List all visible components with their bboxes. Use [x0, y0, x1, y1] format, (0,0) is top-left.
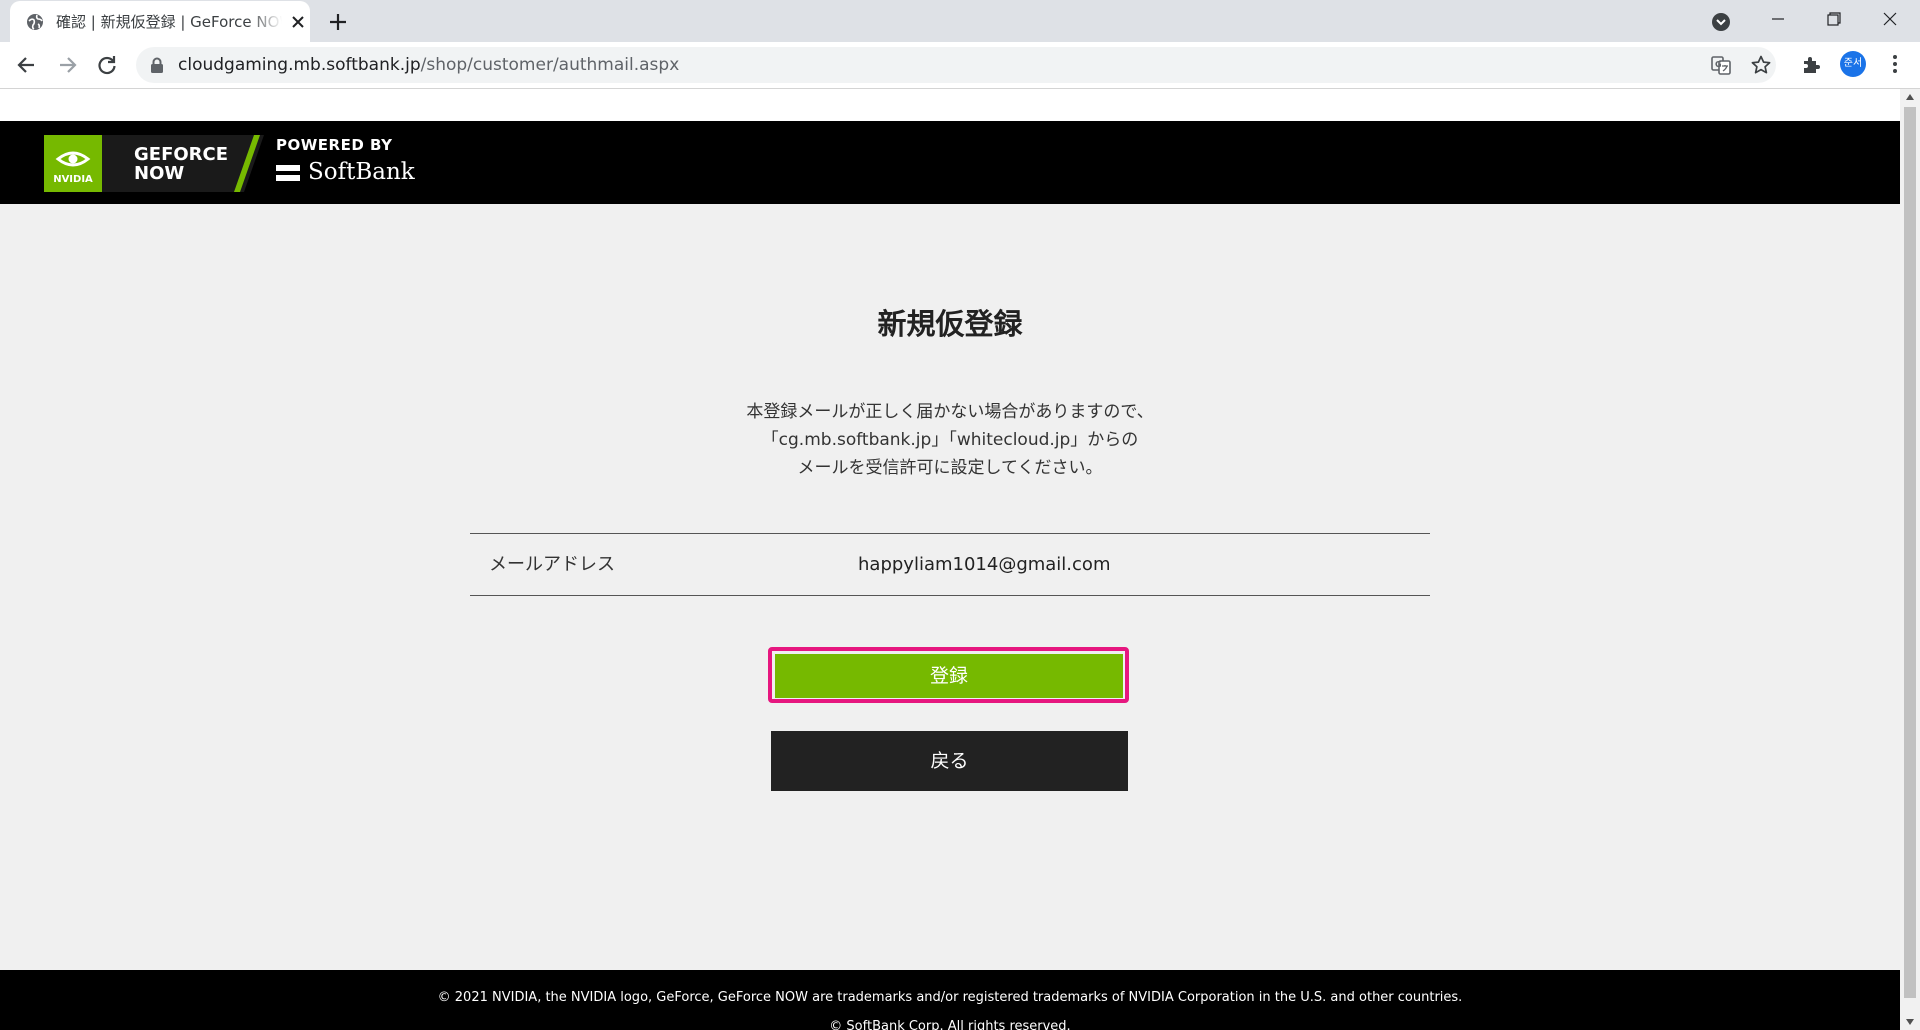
translate-icon[interactable]: G — [1710, 54, 1732, 76]
minimize-icon[interactable] — [1750, 0, 1806, 40]
back-arrow-icon[interactable] — [14, 52, 40, 78]
window-close-icon[interactable] — [1862, 0, 1918, 40]
softbank-logo: SoftBank — [276, 157, 415, 187]
softbank-bars-icon — [276, 165, 300, 181]
email-info-row: メールアドレス happyliam1014@gmail.com — [470, 533, 1430, 596]
softbank-wordmark: SoftBank — [308, 159, 415, 185]
tab-title: 確認 | 新規仮登録 | GeForce NOW — [56, 13, 282, 31]
copyright-notice: © SoftBank Corp. All rights reserved. — [829, 1019, 1071, 1030]
scroll-up-arrow-icon[interactable] — [1905, 93, 1915, 101]
powered-by-softbank: POWERED BY SoftBank — [276, 135, 415, 187]
geforce-wordmark: GEFORCE — [134, 144, 228, 165]
powered-by-text: POWERED BY — [276, 136, 393, 154]
star-icon[interactable] — [1750, 54, 1772, 76]
email-value: happyliam1014@gmail.com — [858, 554, 1111, 575]
browser-toolbar: cloudgaming.mb.softbank.jp/shop/customer… — [0, 42, 1920, 89]
register-button[interactable]: 登録 — [775, 654, 1123, 698]
notice-line: メールを受信許可に設定してください。 — [797, 458, 1103, 478]
reload-icon[interactable] — [94, 52, 120, 78]
vertical-scrollbar[interactable] — [1900, 89, 1920, 1030]
svg-text:G: G — [1715, 60, 1722, 69]
maximize-icon[interactable] — [1806, 0, 1862, 40]
plus-icon[interactable] — [326, 10, 350, 34]
forward-arrow-icon[interactable] — [54, 52, 80, 78]
scrollbar-thumb[interactable] — [1904, 107, 1916, 998]
notice-text: 本登録メールが正しく届かない場合がありますので、 「cg.mb.softbank… — [0, 398, 1900, 482]
avatar[interactable]: 준서 — [1840, 51, 1866, 77]
tab-strip: 確認 | 新規仮登録 | GeForce NOW — [0, 0, 1920, 42]
site-header: NVIDIA GEFORCE NOW POWERED BY SoftBank — [0, 121, 1900, 204]
close-icon[interactable] — [290, 14, 306, 30]
page-top-spacer — [0, 89, 1900, 121]
browser-tab[interactable]: 確認 | 新規仮登録 | GeForce NOW — [10, 1, 310, 42]
nvidia-wordmark: NVIDIA — [53, 174, 93, 185]
extensions-icon[interactable] — [1800, 53, 1822, 75]
notice-line: 本登録メールが正しく届かない場合がありますので、 — [746, 402, 1154, 422]
page-viewport: NVIDIA GEFORCE NOW POWERED BY SoftBank 新… — [0, 89, 1900, 1030]
globe-icon — [27, 14, 43, 30]
url-path: /shop/customer/authmail.aspx — [420, 55, 680, 75]
back-button[interactable]: 戻る — [771, 731, 1128, 791]
trademark-notice: © 2021 NVIDIA, the NVIDIA logo, GeForce,… — [437, 990, 1463, 1005]
scroll-down-arrow-icon[interactable] — [1905, 1018, 1915, 1026]
email-label: メールアドレス — [489, 554, 615, 575]
geforce-now-logo[interactable]: NVIDIA GEFORCE NOW — [44, 135, 264, 192]
url-host: cloudgaming.mb.softbank.jp — [178, 55, 421, 75]
notice-line: 「cg.mb.softbank.jp」「whitecloud.jp」からの — [761, 430, 1139, 450]
address-bar[interactable]: cloudgaming.mb.softbank.jp/shop/customer… — [136, 47, 1776, 83]
kebab-menu-icon[interactable] — [1884, 52, 1906, 76]
page-title: 新規仮登録 — [877, 307, 1023, 341]
now-wordmark: NOW — [134, 163, 184, 184]
site-footer: © 2021 NVIDIA, the NVIDIA logo, GeForce,… — [0, 970, 1900, 1030]
url-text[interactable]: cloudgaming.mb.softbank.jp/shop/customer… — [178, 47, 679, 83]
tab-search-icon[interactable] — [1710, 11, 1732, 33]
lock-icon[interactable] — [150, 57, 164, 73]
